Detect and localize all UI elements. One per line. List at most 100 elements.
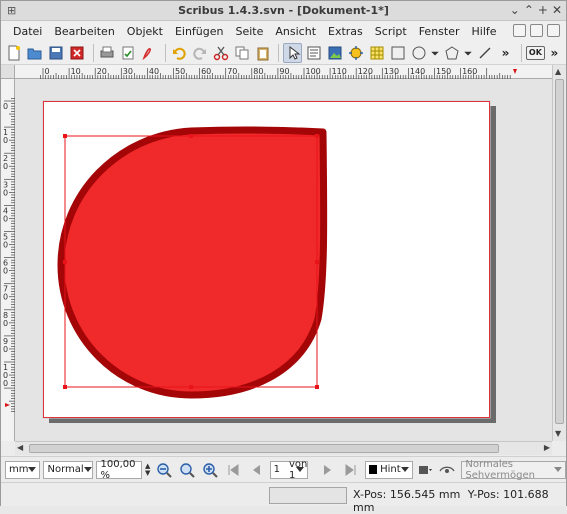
pdf-export-icon[interactable] — [140, 43, 159, 63]
xpos-value: 156.545 mm — [389, 488, 461, 501]
cut-icon[interactable] — [211, 43, 230, 63]
scroll-left-icon[interactable]: ◀ — [17, 443, 23, 452]
title-bar: ⊞ Scribus 1.4.3.svn - [Dokument-1*] ⌄ ⌃ … — [1, 1, 566, 21]
vertical-ruler[interactable]: 0102030405060708090100 — [1, 79, 15, 441]
maximize-icon[interactable]: ⌃ — [524, 3, 534, 17]
ruler-label: 120 — [358, 67, 373, 76]
undo-icon[interactable] — [170, 43, 189, 63]
ellipse-icon[interactable] — [409, 43, 428, 63]
scroll-up-icon[interactable]: ▲ — [555, 67, 564, 77]
ok-overflow[interactable]: » — [545, 43, 564, 63]
select-arrow-icon[interactable] — [283, 42, 303, 63]
polygon-icon[interactable] — [442, 43, 461, 63]
ruler-label: 0 — [3, 241, 8, 250]
next-page-icon[interactable] — [319, 460, 337, 480]
ellipse-dropdown-icon[interactable] — [430, 43, 440, 63]
ruler-label: 160 — [462, 67, 477, 76]
ruler-label: 80 — [253, 67, 263, 76]
line-icon[interactable] — [475, 43, 494, 63]
layer-color-swatch — [368, 465, 378, 474]
ruler-label: 140 — [410, 67, 425, 76]
mdi-restore-icon[interactable] — [530, 24, 543, 37]
menu-einfuegen[interactable]: Einfügen — [169, 25, 230, 38]
menu-script[interactable]: Script — [369, 25, 413, 38]
render-frame-icon[interactable] — [346, 43, 365, 63]
layer-select[interactable]: Hint — [364, 460, 413, 479]
copy-icon[interactable] — [232, 43, 251, 63]
preview-eye-icon[interactable] — [439, 460, 457, 480]
image-frame-icon[interactable] — [325, 43, 344, 63]
last-page-icon[interactable] — [342, 460, 360, 480]
print-icon[interactable] — [98, 43, 117, 63]
mode-select[interactable]: Normal — [43, 460, 94, 479]
horizontal-scroll-thumb[interactable] — [29, 444, 499, 453]
ruler-corner[interactable] — [1, 65, 15, 79]
horizontal-ruler[interactable]: 0 10 20 30 40 50 60 70 80 90 100 110 120 130 140 150 160 — [15, 65, 552, 79]
unit-select[interactable]: mm — [5, 460, 41, 479]
menu-extras[interactable]: Extras — [322, 25, 369, 38]
ruler-label: 0 — [3, 379, 8, 388]
drop-shape[interactable] — [57, 126, 328, 399]
unit-value: mm — [9, 464, 29, 475]
document-canvas[interactable] — [15, 79, 552, 441]
ruler-label: 0 — [3, 214, 8, 223]
horizontal-scrollbar[interactable]: ◀ ▶ — [15, 441, 552, 455]
close-window-icon[interactable]: ✕ — [552, 3, 562, 17]
ruler-label: 0 — [3, 102, 8, 111]
restore-icon[interactable]: + — [538, 3, 548, 17]
ok-button[interactable]: OK — [525, 45, 545, 60]
ruler-label: 100 — [306, 67, 321, 76]
shape-icon[interactable] — [388, 43, 407, 63]
menu-datei[interactable]: Datei — [7, 25, 48, 38]
ruler-label: 40 — [149, 67, 159, 76]
window-controls: ⌄ ⌃ + ✕ — [510, 3, 562, 17]
scroll-down-icon[interactable]: ▼ — [555, 429, 564, 439]
ruler-label: 0 — [3, 293, 8, 302]
ruler-label: 0 — [3, 188, 8, 197]
first-page-icon[interactable] — [224, 460, 242, 480]
menu-bearbeiten[interactable]: Bearbeiten — [48, 25, 120, 38]
vertical-scroll-thumb[interactable] — [555, 79, 564, 424]
paste-icon[interactable] — [253, 43, 272, 63]
zoom-stepper-icon[interactable]: ▲ ▼ — [145, 462, 152, 477]
vertical-scrollbar[interactable]: ▲ ▼ — [552, 65, 566, 441]
menu-hilfe[interactable]: Hilfe — [466, 25, 503, 38]
mdi-close-icon[interactable] — [547, 24, 560, 37]
text-frame-icon[interactable] — [304, 43, 323, 63]
minimize-icon[interactable]: ⌄ — [510, 3, 520, 17]
ruler-label: 10 — [71, 67, 81, 76]
zoom-input[interactable]: 100,00 % — [96, 459, 143, 481]
table-icon[interactable] — [367, 43, 386, 63]
preflight-icon[interactable] — [119, 43, 138, 63]
previous-page-icon[interactable] — [247, 460, 265, 480]
mdi-minimize-icon[interactable] — [513, 24, 526, 37]
menu-seite[interactable]: Seite — [230, 25, 270, 38]
vision-mode-select[interactable]: Normales Sehvermögen — [461, 458, 566, 481]
new-document-icon[interactable] — [5, 43, 24, 63]
ruler-position-marker — [5, 403, 10, 407]
redo-icon[interactable] — [191, 43, 210, 63]
scroll-right-icon[interactable]: ▶ — [544, 443, 550, 452]
ruler-label: 0 — [3, 345, 8, 354]
ruler-label: 0 — [3, 267, 8, 276]
zoom-100-icon[interactable] — [178, 460, 196, 480]
toolbar-overflow[interactable]: » — [496, 43, 515, 63]
mode-value: Normal — [47, 464, 84, 475]
ruler-label: 90 — [279, 67, 289, 76]
ruler-label: 20 — [97, 67, 107, 76]
window-title: Scribus 1.4.3.svn - [Dokument-1*] — [178, 4, 389, 17]
menu-fenster[interactable]: Fenster — [413, 25, 466, 38]
vision-mode-value: Normales Sehvermögen — [465, 458, 535, 481]
zoom-out-icon[interactable] — [155, 460, 173, 480]
polygon-dropdown-icon[interactable] — [463, 43, 473, 63]
zoom-in-icon[interactable] — [201, 460, 219, 480]
close-document-icon[interactable] — [68, 43, 87, 63]
ruler-label: 150 — [436, 67, 451, 76]
menu-objekt[interactable]: Objekt — [121, 25, 169, 38]
open-folder-icon[interactable] — [26, 43, 45, 63]
save-icon[interactable] — [47, 43, 66, 63]
menu-ansicht[interactable]: Ansicht — [269, 25, 322, 38]
page-number-value: 1 — [273, 464, 280, 475]
view-settings-icon[interactable] — [416, 460, 434, 480]
ypos-label: Y-Pos: — [467, 488, 500, 501]
